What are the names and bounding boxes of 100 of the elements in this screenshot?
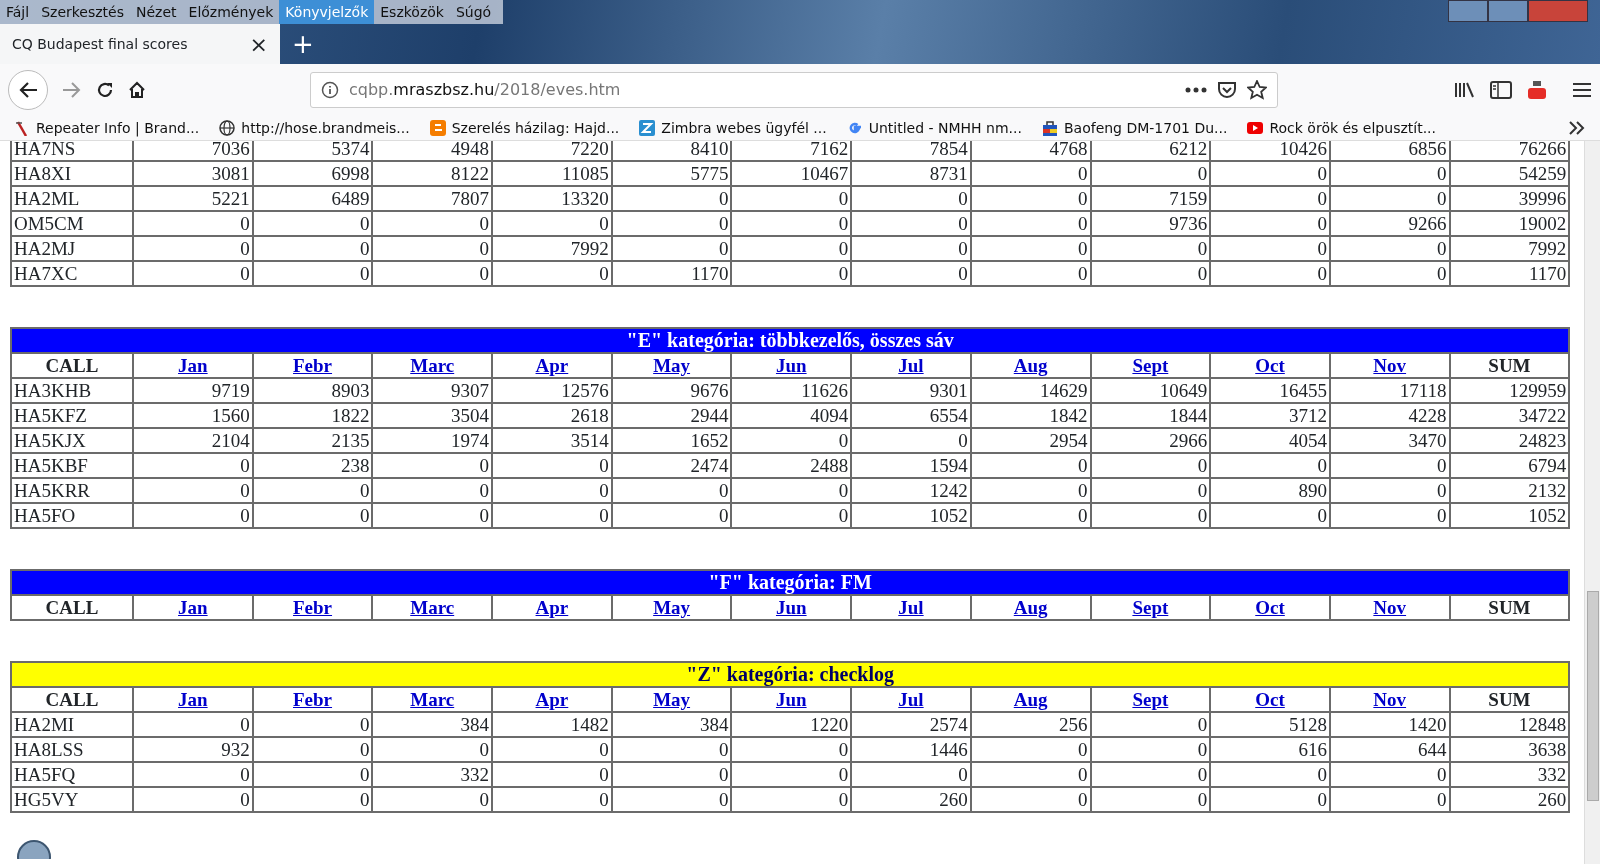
table-cell: 24823 (1449, 428, 1570, 453)
table-cell: 0 (1329, 186, 1450, 211)
address-bar[interactable]: cqbp.mraszbsz.hu/2018/eves.htm (310, 72, 1278, 108)
maximize-button[interactable] (1488, 0, 1528, 22)
table-cell: 0 (252, 478, 373, 503)
table-cell: 6794 (1449, 453, 1570, 478)
table-cell: 1242 (851, 478, 971, 503)
table-cell: HA3KHB (11, 378, 133, 403)
table-cell: 5221 (133, 186, 253, 211)
table-cell: 332 (1449, 762, 1570, 787)
bookmark-item[interactable]: Szerelés házilag: Hajd... (429, 117, 620, 139)
table-cell: 3514 (492, 428, 612, 453)
table-cell: 0 (970, 737, 1091, 762)
table-cell: 0 (492, 478, 612, 503)
table-cell: 4094 (731, 403, 852, 428)
table-cell: 0 (1210, 186, 1330, 211)
menu-item[interactable]: Nézet (130, 0, 183, 24)
table-cell: 0 (133, 211, 253, 236)
home-icon[interactable] (128, 81, 146, 99)
table-cell: 0 (1210, 453, 1330, 478)
sidebar-icon[interactable] (1490, 81, 1512, 99)
bookmark-item[interactable]: http://hose.brandmeis... (219, 117, 410, 139)
tab-close-button[interactable]: × (249, 27, 268, 61)
bookmark-item[interactable]: Repeater Info | Brand... (14, 117, 200, 139)
table-cell: 0 (372, 453, 493, 478)
table-cell: 2966 (1090, 428, 1211, 453)
scrollbar-thumb[interactable] (1587, 591, 1599, 801)
bookmark-item[interactable]: Zimbra webes ügyfél ... (639, 117, 827, 139)
table-cell: 7992 (492, 236, 612, 261)
table-cell: 238 (252, 453, 373, 478)
table-cell: 1420 (1329, 712, 1450, 737)
table-cell: 5775 (611, 161, 732, 186)
table-cell: HA2ML (11, 186, 133, 211)
table-cell: HA5KJX (11, 428, 133, 453)
reload-icon[interactable] (96, 81, 114, 99)
table-cell: 0 (970, 503, 1091, 528)
minimize-button[interactable] (1448, 0, 1488, 22)
table-cell: 0 (372, 236, 493, 261)
table-cell: 9307 (372, 378, 493, 403)
menu-item[interactable]: Eszközök (374, 0, 450, 24)
bookmark-item[interactable]: Untitled - NMHH nm... (846, 117, 1022, 139)
table-cell: 0 (970, 762, 1091, 787)
table-cell: HA5KFZ (11, 403, 133, 428)
table-cell: 6212 (1090, 141, 1211, 161)
info-icon (321, 81, 339, 99)
more-dots-icon[interactable] (1185, 87, 1207, 93)
menu-item[interactable]: Előzmények (182, 0, 280, 24)
bag-icon (1041, 120, 1058, 136)
table-cell: 12576 (492, 378, 612, 403)
table-cell: 0 (252, 787, 373, 812)
table-cell: 2618 (492, 403, 612, 428)
table-cell: OM5CM (11, 211, 133, 236)
table-cell: 0 (492, 503, 612, 528)
close-button[interactable] (1528, 0, 1588, 22)
table-cell: 6554 (851, 403, 971, 428)
scrollbar[interactable] (1584, 141, 1600, 864)
star-icon[interactable] (1247, 80, 1267, 100)
blogger-icon (429, 120, 446, 136)
table-cell: 0 (133, 236, 253, 261)
table-cell: 0 (1090, 787, 1211, 812)
table-cell: 0 (1090, 261, 1211, 286)
bookmark-item[interactable]: Rock örök és elpusztít... (1247, 117, 1436, 139)
table-cell: 0 (851, 261, 971, 286)
table-cell: 0 (1210, 211, 1330, 236)
month-link[interactable]: Jul (898, 689, 924, 710)
chevrons-icon[interactable] (1568, 121, 1586, 135)
table-cell: 0 (133, 478, 253, 503)
column-header: CALL (11, 353, 133, 378)
table-cell: 2488 (731, 453, 852, 478)
menu-item[interactable]: Szerkesztés (35, 0, 130, 24)
youtube-icon[interactable] (1526, 79, 1548, 101)
pocket-icon[interactable] (1217, 81, 1237, 99)
table-cell: 9301 (851, 378, 971, 403)
month-link[interactable]: Jul (898, 597, 924, 618)
forward-arrow-icon[interactable] (62, 81, 82, 99)
library-icon[interactable] (1454, 81, 1476, 99)
table-cell: HA5FO (11, 503, 133, 528)
table-cell: 6998 (252, 161, 373, 186)
new-tab-button[interactable]: + (280, 24, 326, 64)
browser-tab[interactable]: CQ Budapest final scores × (0, 24, 280, 64)
back-button[interactable] (8, 70, 48, 110)
menu-icon[interactable] (1572, 81, 1592, 99)
table-cell: 76266 (1449, 141, 1570, 161)
month-link[interactable]: Jul (898, 355, 924, 376)
table-cell: 0 (731, 186, 852, 211)
table-cell: 0 (133, 261, 253, 286)
table-cell: 1652 (611, 428, 732, 453)
table-cell: 332 (372, 762, 493, 787)
table-cell: 3638 (1449, 737, 1570, 762)
menu-item[interactable]: Fájl (0, 0, 36, 24)
menu-item[interactable]: Súgó (449, 0, 498, 24)
table-cell: 6856 (1329, 141, 1450, 161)
table-cell: HA5KBF (11, 453, 133, 478)
table-cell: 0 (1329, 453, 1450, 478)
bookmark-item[interactable]: Baofeng DM-1701 Du... (1041, 117, 1228, 139)
table-cell: 7162 (731, 141, 852, 161)
table-cell: 0 (731, 737, 852, 762)
category-title: "E" kategória: többkezelős, összes sáv (11, 328, 1570, 353)
table-cell: 7854 (851, 141, 971, 161)
table-cell: 644 (1329, 737, 1450, 762)
